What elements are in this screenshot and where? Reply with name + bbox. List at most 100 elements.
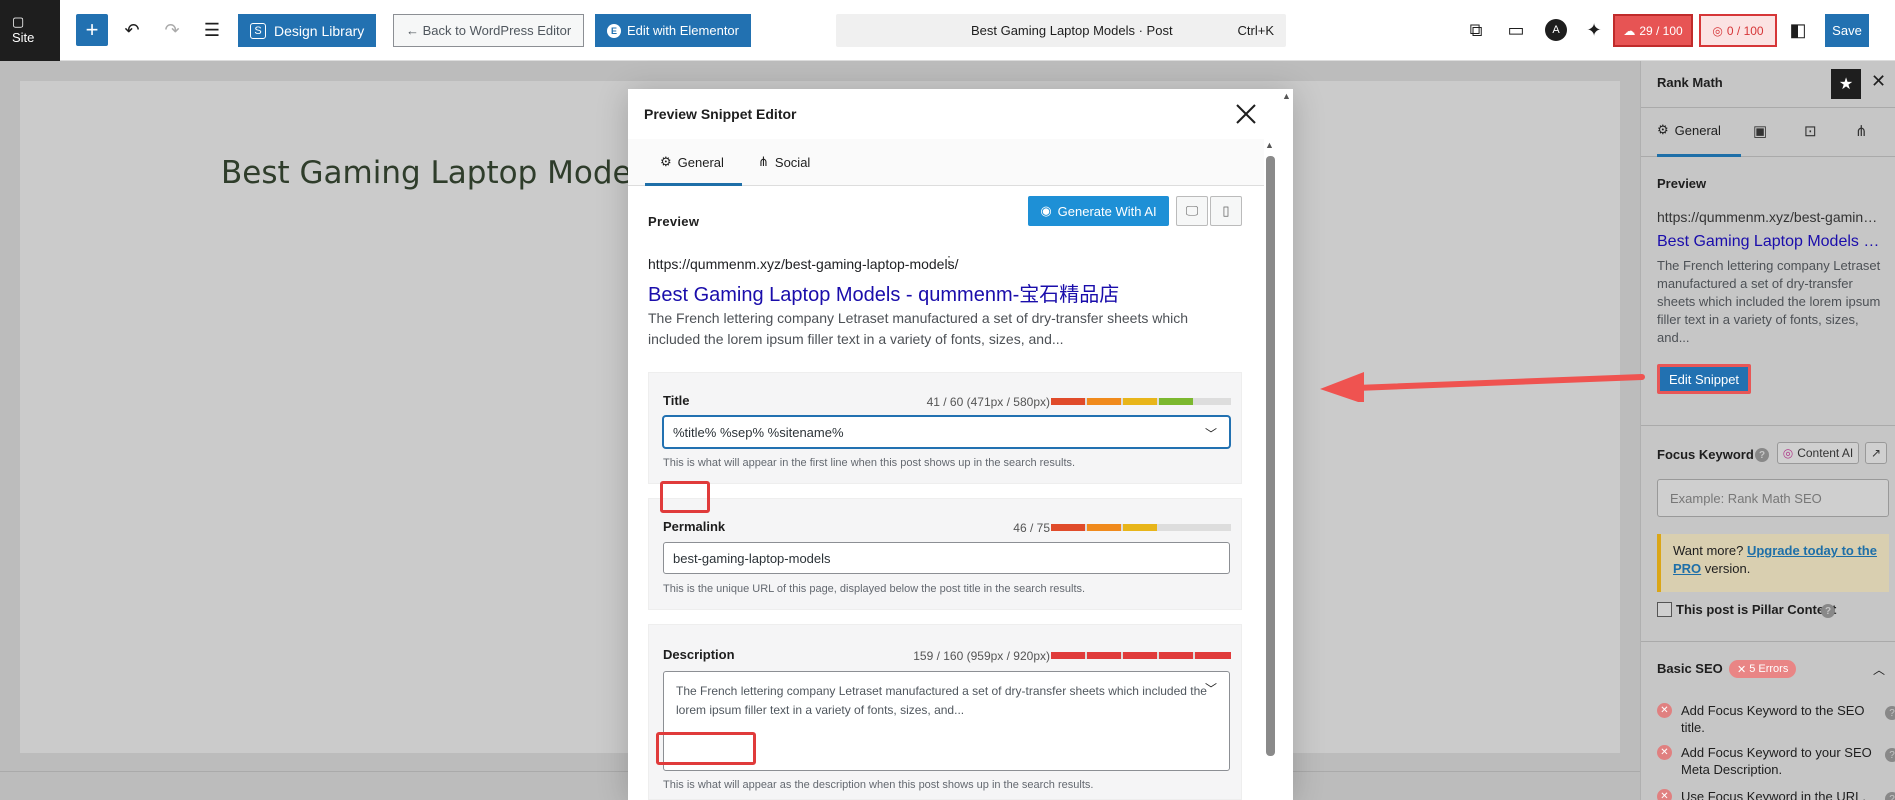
add-block-button[interactable]: + [76, 14, 108, 46]
modal-header: Preview Snippet Editor ▲ [628, 89, 1293, 139]
pillar-content-checkbox[interactable] [1657, 602, 1672, 617]
permalink-field-card: Permalink 46 / 75 best-gaming-laptop-mod… [648, 498, 1242, 610]
edit-snippet-button[interactable]: Edit Snippet [1657, 364, 1751, 394]
modal-scrollbar-thumb[interactable] [1266, 156, 1275, 756]
trends-button[interactable]: ↗ [1865, 442, 1887, 464]
content-ai-button[interactable]: ◎ Content AI [1777, 442, 1859, 464]
sidebar-tab-social[interactable]: ⋔ [1855, 122, 1868, 140]
site-logo-icon: ▢ [12, 14, 25, 29]
edit-with-elementor-button[interactable]: E Edit with Elementor [595, 14, 751, 47]
focus-keyword-input[interactable]: Example: Rank Math SEO [1657, 479, 1889, 517]
sidebar-tab-schema[interactable]: ⊡ [1804, 122, 1817, 140]
close-icon: ✕ [1871, 71, 1887, 91]
settings-sidebar-toggle[interactable]: ◧ [1782, 14, 1814, 46]
desktop-preview-button[interactable]: 🖵 [1176, 196, 1208, 226]
description-help-text: This is what will appear as the descript… [663, 779, 1094, 791]
modal-tabs: ⚙ General ⋔ Social [628, 139, 1264, 186]
seo-check-item: ✕ Add Focus Keyword to the SEO title. ? [1657, 702, 1895, 736]
briefcase-icon: ▣ [1753, 123, 1768, 140]
chevron-down-icon[interactable]: ﹀ [1205, 425, 1217, 442]
title-highlight-box [660, 481, 710, 513]
pin-sidebar-button[interactable]: ★ [1831, 69, 1861, 99]
more-options-icon[interactable]: ⋮ [942, 253, 956, 270]
error-x-icon: ✕ [1737, 663, 1747, 676]
site-label: Site [12, 30, 35, 45]
view-post-button[interactable]: ⧉ [1460, 14, 1492, 46]
basic-seo-heading[interactable]: Basic SEO [1657, 661, 1723, 676]
collapse-chevron-icon[interactable]: ︿ [1873, 661, 1885, 678]
preview-snippet-editor-modal: Preview Snippet Editor ▲ ⚙ General ⋔ Soc… [628, 89, 1293, 800]
pillar-help-icon[interactable]: ? [1821, 604, 1835, 618]
rank-math-icon: ☁ [1623, 23, 1636, 38]
upgrade-notice: Want more? Upgrade today to the PRO vers… [1657, 534, 1889, 592]
sidebar-tab-advanced[interactable]: ▣ [1753, 122, 1767, 140]
title-help-text: This is what will appear in the first li… [663, 457, 1076, 469]
schema-icon: ⊡ [1804, 123, 1817, 140]
help-icon[interactable]: ? [1885, 706, 1895, 720]
generate-with-ai-button[interactable]: ◉ Generate With AI [1028, 196, 1169, 226]
seo-check-item: ✕ Add Focus Keyword to your SEO Meta Des… [1657, 744, 1895, 778]
meter-segment [1123, 524, 1157, 531]
undo-button[interactable]: ↶ [116, 14, 148, 46]
redo-icon: ↷ [164, 19, 180, 40]
description-char-count: 159 / 160 (959px / 920px) [913, 649, 1050, 663]
sidebar-tabs: ⚙ General ▣ ⊡ ⋔ [1641, 107, 1895, 157]
scroll-up-arrow-icon[interactable]: ▲ [1265, 140, 1274, 150]
snippet-preview-url: https://qummenm.xyz/best-gaming-laptop-m… [648, 256, 959, 272]
help-icon[interactable]: ? [1885, 792, 1895, 800]
help-icon[interactable]: ? [1755, 448, 1769, 462]
document-overview-button[interactable]: ☰ [196, 14, 228, 46]
chevron-down-icon[interactable]: ﹀ [1205, 680, 1217, 699]
description-field-card: Description 159 / 160 (959px / 920px) Th… [648, 624, 1242, 800]
tab-general[interactable]: ⚙ General [660, 154, 724, 170]
command-palette-bar[interactable]: Best Gaming Laptop Models · Post Ctrl+K [836, 14, 1286, 47]
sidebar-toggle-icon: ◧ [1789, 19, 1807, 40]
sidebar-tab-general[interactable]: ⚙ General [1657, 122, 1721, 138]
close-sidebar-button[interactable]: ✕ [1871, 71, 1886, 92]
content-ai-score-badge[interactable]: ◎ 0 / 100 [1699, 14, 1777, 47]
ai-icon: ◉ [1040, 203, 1052, 218]
permalink-input[interactable]: best-gaming-laptop-models [663, 542, 1230, 574]
preview-label: Preview [648, 214, 700, 229]
seo-check-item: ✕ Use Focus Keyword in the URL. ? [1657, 788, 1895, 800]
title-input[interactable]: %title% %sep% %sitename% ﹀ [663, 416, 1230, 448]
sidebar-preview-description: The French lettering company Letraset ma… [1657, 258, 1881, 345]
title-field-card: Title 41 / 60 (471px / 580px) %title% %s… [648, 372, 1242, 484]
astra-settings-button[interactable]: A [1540, 14, 1572, 46]
preview-device-button[interactable]: ▭ [1500, 14, 1532, 46]
title-char-count: 41 / 60 (471px / 580px) [926, 395, 1050, 409]
snippet-preview-description: The French lettering company Letraset ma… [648, 310, 1189, 347]
mobile-preview-button[interactable]: ▯ [1210, 196, 1242, 226]
meter-segment [1123, 652, 1157, 659]
save-button[interactable]: Save [1825, 14, 1869, 47]
error-icon: ✕ [1657, 745, 1672, 760]
trend-chart-icon: ↗ [1870, 446, 1882, 460]
sidebar-preview-url: https://qummenm.xyz/best-gaming... [1657, 209, 1882, 225]
modal-title: Preview Snippet Editor [644, 106, 797, 122]
permalink-field-label: Permalink [663, 519, 726, 534]
ai-assistant-button[interactable]: ✦ [1578, 14, 1610, 46]
meter-segment [1123, 398, 1157, 405]
title-field-label: Title [663, 393, 690, 408]
modal-close-button[interactable] [1231, 99, 1261, 129]
seo-score-badge[interactable]: ☁ 29 / 100 [1613, 14, 1693, 47]
errors-badge: ✕ 5 Errors [1729, 660, 1797, 678]
pillar-content-option[interactable]: This post is Pillar Content [1657, 602, 1836, 617]
permalink-length-meter [1051, 524, 1231, 531]
scroll-up-arrow-icon[interactable]: ▲ [1282, 91, 1291, 101]
tab-social[interactable]: ⋔ Social [758, 154, 810, 170]
meter-segment [1087, 524, 1121, 531]
content-ai-icon: ◎ [1712, 23, 1723, 38]
site-logo-button[interactable]: ▢ Site [0, 0, 60, 61]
desktop-icon: ▭ [1507, 19, 1525, 40]
post-title[interactable]: Best Gaming Laptop Models [221, 155, 656, 191]
redo-button[interactable]: ↷ [156, 14, 188, 46]
meter-segment [1051, 398, 1085, 405]
desktop-icon: 🖵 [1185, 203, 1199, 218]
help-icon[interactable]: ? [1885, 748, 1895, 762]
sparkle-icon: ✦ [1586, 19, 1602, 40]
back-to-wordpress-editor-button[interactable]: ← Back to WordPress Editor [393, 14, 585, 47]
design-library-button[interactable]: S Design Library [238, 14, 377, 47]
list-view-icon: ☰ [203, 19, 221, 40]
meter-segment [1195, 652, 1231, 659]
